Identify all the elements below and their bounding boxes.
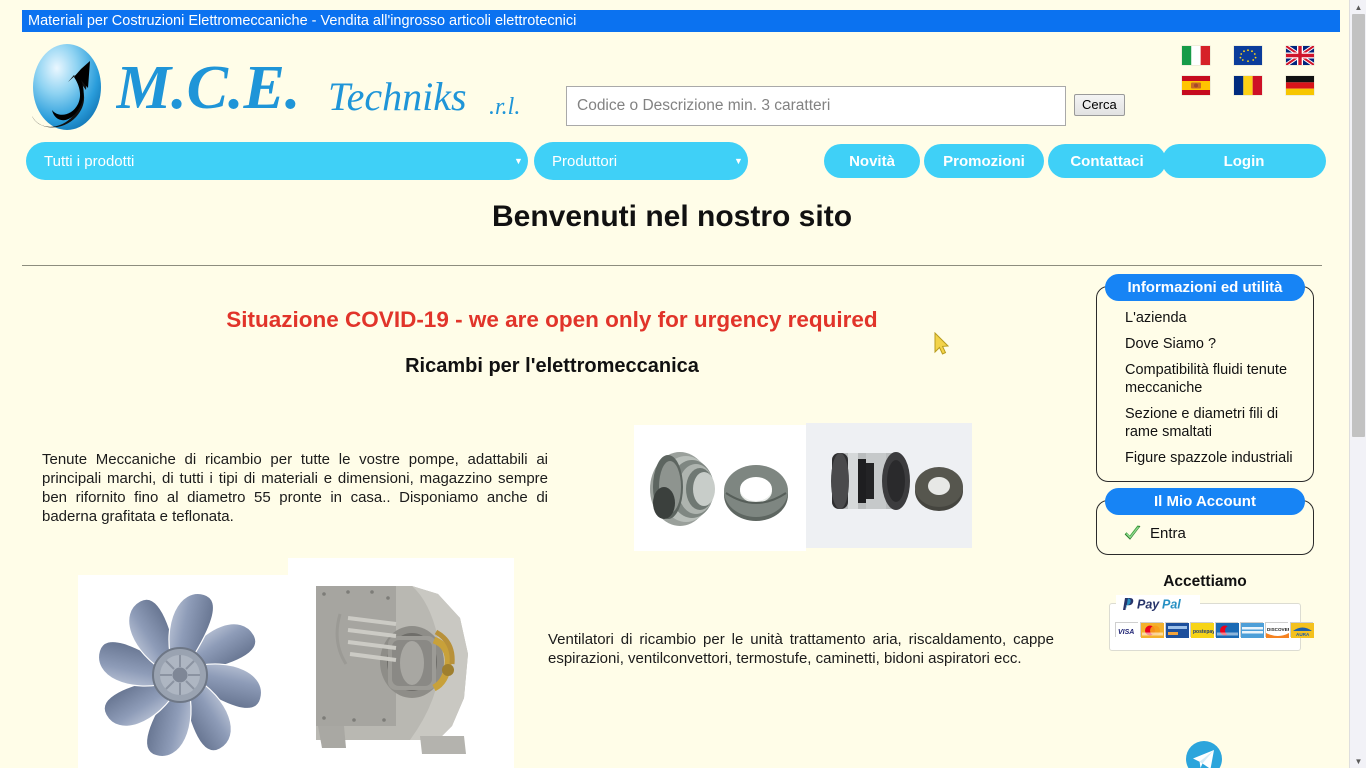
site-tagline-banner: Materiali per Costruzioni Elettromeccani… bbox=[22, 10, 1340, 32]
americanexpress-card-icon bbox=[1240, 622, 1264, 638]
scroll-up-arrow-icon[interactable]: ▲ bbox=[1350, 0, 1366, 14]
flag-germany-icon[interactable] bbox=[1286, 75, 1314, 95]
logo-initials: M.C.E. bbox=[116, 54, 300, 122]
svg-text:postepay: postepay bbox=[1193, 629, 1214, 635]
site-header: M.C.E. Techniks .r.l. Cerca bbox=[22, 32, 1340, 140]
browser-page: Materiali per Costruzioni Elettromeccani… bbox=[0, 0, 1366, 768]
main-content: Situazione COVID-19 - we are open only f… bbox=[22, 280, 1086, 768]
logo-wordmark: M.C.E. Techniks .r.l. bbox=[115, 46, 546, 132]
flag-eu-icon[interactable] bbox=[1234, 45, 1262, 65]
logo-suffix: Techniks bbox=[328, 74, 467, 119]
svg-text:Pal: Pal bbox=[1162, 598, 1181, 612]
account-login-label: Entra bbox=[1150, 525, 1186, 542]
account-panel-title: Il Mio Account bbox=[1105, 488, 1305, 515]
telegram-icon[interactable] bbox=[1185, 740, 1223, 768]
sidebar-item-azienda[interactable]: L'azienda bbox=[1097, 305, 1313, 331]
divider bbox=[22, 265, 1322, 266]
discover-card-icon: DISCOVER bbox=[1265, 622, 1292, 638]
page-title: Benvenuti nel nostro sito bbox=[491, 200, 853, 233]
site-logo[interactable]: M.C.E. Techniks .r.l. bbox=[24, 38, 544, 134]
language-flag-switcher bbox=[1170, 40, 1320, 100]
logo-legal: .r.l. bbox=[489, 94, 520, 120]
flag-italy-icon[interactable] bbox=[1182, 45, 1210, 65]
info-panel-list: L'azienda Dove Siamo ? Compatibilità flu… bbox=[1097, 305, 1313, 471]
centrifugal-fan-unit-photo bbox=[288, 558, 514, 768]
payments-title: Accettiamo bbox=[1163, 573, 1247, 590]
covid-notice: Situazione COVID-19 - we are open only f… bbox=[226, 307, 878, 332]
flag-romania-icon[interactable] bbox=[1234, 75, 1262, 95]
postepay-card-icon: postepay bbox=[1190, 622, 1215, 638]
nav-button-promozioni[interactable]: Promozioni bbox=[924, 144, 1044, 178]
accepted-cards-list: VISA postepay DISCOVER AURA bbox=[1115, 622, 1314, 638]
primary-nav: Tutti i prodotti ▼ Produttori ▼ Novità P… bbox=[22, 142, 1340, 182]
nav-button-login[interactable]: Login bbox=[1162, 144, 1326, 178]
fans-description: Ventilatori di ricambio per le unità tra… bbox=[548, 631, 1054, 667]
manufacturers-select[interactable]: Produttori bbox=[534, 142, 748, 180]
products-category-select[interactable]: Tutti i prodotti bbox=[26, 142, 528, 180]
mastercard-card-icon bbox=[1140, 622, 1164, 638]
nav-button-novita[interactable]: Novità bbox=[824, 144, 920, 178]
scroll-down-arrow-icon[interactable]: ▼ bbox=[1350, 754, 1366, 768]
vertical-scrollbar[interactable]: ▲ ▼ bbox=[1349, 0, 1366, 768]
maestro-card-icon bbox=[1215, 622, 1239, 638]
payment-methods-box: Pay Pal VISA postepay DISCOVER AURA bbox=[1109, 595, 1314, 651]
paypal-logo-icon: Pay Pal bbox=[1116, 595, 1200, 613]
svg-text:VISA: VISA bbox=[1118, 629, 1134, 636]
green-check-icon bbox=[1123, 525, 1142, 542]
svg-text:Pay: Pay bbox=[1137, 598, 1160, 612]
account-login-link[interactable]: Entra bbox=[1097, 519, 1313, 544]
sidebar-item-sezione-fili[interactable]: Sezione e diametri fili di rame smaltati bbox=[1097, 401, 1313, 445]
nav-button-contattaci[interactable]: Contattaci bbox=[1048, 144, 1166, 178]
flag-spain-icon[interactable] bbox=[1182, 75, 1210, 95]
blue-sphere-arrow-logo-icon bbox=[24, 42, 114, 134]
mechanical-seal-cartridge-photo bbox=[806, 423, 972, 548]
aura-card-icon: AURA bbox=[1290, 622, 1314, 638]
seals-description: Tenute Meccaniche di ricambio per tutte … bbox=[42, 451, 548, 525]
info-panel: Informazioni ed utilità L'azienda Dove S… bbox=[1096, 274, 1314, 482]
svg-text:AURA: AURA bbox=[1296, 632, 1310, 637]
axial-fan-blade-photo bbox=[78, 575, 288, 768]
account-panel: Il Mio Account Entra bbox=[1096, 488, 1314, 555]
content-subtitle: Ricambi per l'elettromeccanica bbox=[405, 355, 699, 377]
scrollbar-thumb[interactable] bbox=[1352, 14, 1365, 437]
mechanical-seal-spring-photo bbox=[634, 425, 806, 551]
bluecard-card-icon bbox=[1165, 622, 1189, 638]
flag-uk-icon[interactable] bbox=[1284, 43, 1316, 67]
sidebar-item-figure-spazzole[interactable]: Figure spazzole industriali bbox=[1097, 445, 1313, 471]
search-input[interactable] bbox=[566, 86, 1066, 126]
sidebar-item-compatibilita[interactable]: Compatibilità fluidi tenute meccaniche bbox=[1097, 357, 1313, 401]
visa-card-icon: VISA bbox=[1115, 622, 1139, 638]
svg-text:DISCOVER: DISCOVER bbox=[1267, 627, 1289, 632]
search-area: Cerca bbox=[566, 86, 1126, 126]
right-sidebar: Informazioni ed utilità L'azienda Dove S… bbox=[1096, 274, 1314, 651]
search-button[interactable]: Cerca bbox=[1074, 94, 1125, 116]
info-panel-title: Informazioni ed utilità bbox=[1105, 274, 1305, 301]
sidebar-item-dove-siamo[interactable]: Dove Siamo ? bbox=[1097, 331, 1313, 357]
